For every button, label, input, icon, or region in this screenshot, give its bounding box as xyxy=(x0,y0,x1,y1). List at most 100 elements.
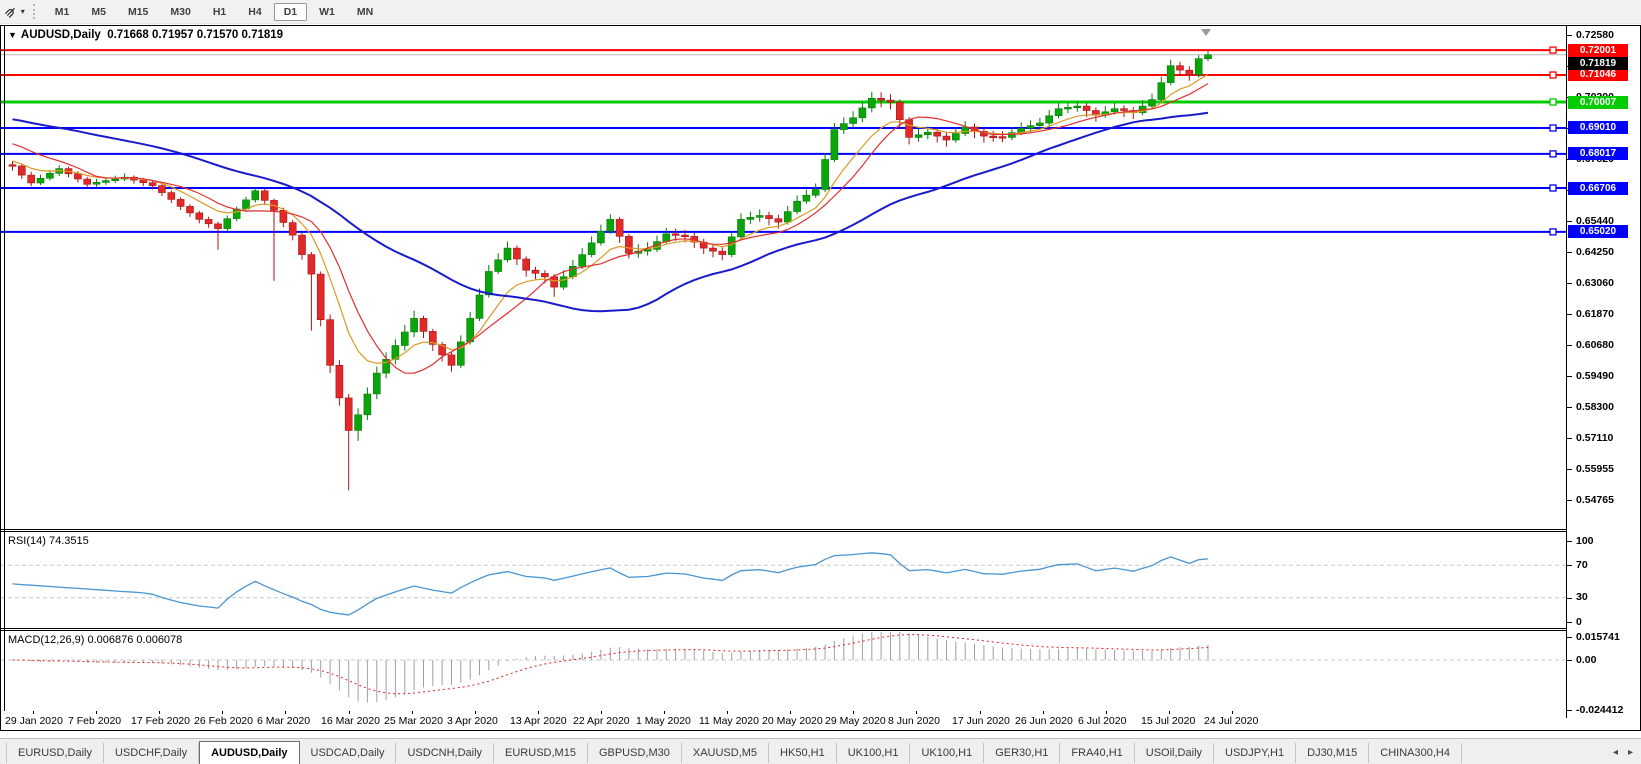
level-price-label: 0.66706 xyxy=(1568,182,1628,195)
date-label: 16 Mar 2020 xyxy=(321,715,380,727)
axis-tick xyxy=(1567,438,1572,439)
axis-tick xyxy=(1567,710,1572,711)
dropdown-caret-icon[interactable]: ▾ xyxy=(21,7,25,16)
axis-tick xyxy=(1567,500,1572,501)
chart-tab-china300-h4[interactable]: CHINA300,H4 xyxy=(1369,743,1462,763)
chart-tab-audusd-daily[interactable]: AUDUSD,Daily xyxy=(199,741,299,764)
chart-tab-usoil-daily[interactable]: USOil,Daily xyxy=(1135,743,1214,763)
axis-tick xyxy=(1567,565,1572,566)
axis-tick xyxy=(1567,252,1572,253)
chart-tab-uk100-h1[interactable]: UK100,H1 xyxy=(837,743,911,763)
axis-tick xyxy=(1567,637,1572,638)
macd-pane[interactable]: MACD(12,26,9) 0.006876 0.006078 xyxy=(1,631,1566,711)
time-axis-tick xyxy=(980,711,981,714)
time-axis-tick xyxy=(33,711,34,714)
chart-tab-xauusd-m5[interactable]: XAUUSD,M5 xyxy=(682,743,769,763)
timeframe-button-h1[interactable]: H1 xyxy=(203,3,236,21)
timeframe-button-m1[interactable]: M1 xyxy=(45,3,80,21)
rsi-tick-label: 0 xyxy=(1576,616,1582,629)
price-tick-label: 0.64250 xyxy=(1576,246,1614,259)
time-axis-tick xyxy=(159,711,160,714)
timeframe-toolbar: ⋔ ▾ M1M5M15M30H1H4D1W1MN xyxy=(0,0,1641,24)
tab-scroll-buttons: ◂ ▸ xyxy=(1613,747,1633,758)
chart-tab-usdcnh-daily[interactable]: USDCNH,Daily xyxy=(396,743,494,763)
macd-chart[interactable] xyxy=(1,631,1566,711)
timeframe-button-w1[interactable]: W1 xyxy=(309,3,345,21)
chart-tab-ger30-h1[interactable]: GER30,H1 xyxy=(984,743,1060,763)
date-label: 25 Mar 2020 xyxy=(384,715,443,727)
level-price-label: 0.69010 xyxy=(1568,121,1628,134)
chart-tab-hk50-h1[interactable]: HK50,H1 xyxy=(769,743,837,763)
chart-tab-eurusd-daily[interactable]: EURUSD,Daily xyxy=(6,743,104,763)
time-axis-tick xyxy=(916,711,917,714)
date-label: 7 Feb 2020 xyxy=(68,715,121,727)
window-inner-border xyxy=(4,26,5,711)
chart-tabs: EURUSD,DailyUSDCHF,DailyAUDUSD,DailyUSDC… xyxy=(6,741,1462,764)
timeframe-button-d1[interactable]: D1 xyxy=(274,3,307,21)
timeframe-button-m5[interactable]: M5 xyxy=(81,3,116,21)
price-tick-label: 0.61870 xyxy=(1576,308,1614,321)
chart-tab-gbpusd-m30[interactable]: GBPUSD,M30 xyxy=(588,743,682,763)
axis-tick xyxy=(1567,541,1572,542)
rsi-tick-label: 70 xyxy=(1576,559,1588,572)
macd-tick-label: -0.024412 xyxy=(1576,704,1623,717)
date-label: 22 Apr 2020 xyxy=(573,715,630,727)
chart-tab-uk100-h1[interactable]: UK100,H1 xyxy=(910,743,984,763)
time-axis-tick xyxy=(1169,711,1170,714)
date-label: 29 May 2020 xyxy=(825,715,886,727)
tab-scroll-right-icon[interactable]: ▸ xyxy=(1628,747,1633,758)
date-label: 15 Jul 2020 xyxy=(1141,715,1195,727)
axis-tick xyxy=(1567,598,1572,599)
chart-tab-eurusd-m15[interactable]: EURUSD,M15 xyxy=(494,743,588,763)
rsi-chart[interactable] xyxy=(1,532,1566,628)
axis-tick xyxy=(1567,283,1572,284)
price-tick-label: 0.54765 xyxy=(1576,494,1614,507)
date-label: 1 May 2020 xyxy=(636,715,691,727)
axis-tick xyxy=(1567,345,1572,346)
chart-tab-fra40-h1[interactable]: FRA40,H1 xyxy=(1060,743,1134,763)
chart-tabs-bar: EURUSD,DailyUSDCHF,DailyAUDUSD,DailyUSDC… xyxy=(0,738,1641,764)
symbol-marker-icon: ▼ xyxy=(8,30,17,40)
level-price-label: 0.70007 xyxy=(1568,96,1628,109)
price-chart-pane[interactable]: ▼AUDUSD,Daily 0.71668 0.71957 0.71570 0.… xyxy=(1,26,1566,529)
date-label: 26 Feb 2020 xyxy=(194,715,253,727)
price-tick-label: 0.57110 xyxy=(1576,432,1613,445)
toolbar-grip[interactable] xyxy=(33,4,37,19)
chart-tab-usdcad-daily[interactable]: USDCAD,Daily xyxy=(300,743,397,763)
tab-scroll-left-icon[interactable]: ◂ xyxy=(1613,747,1618,758)
time-axis-tick xyxy=(222,711,223,714)
time-axis-tick xyxy=(1043,711,1044,714)
drawing-tool-group[interactable]: ⋔ ▾ xyxy=(0,0,30,23)
chart-tab-usdchf-daily[interactable]: USDCHF,Daily xyxy=(104,743,199,763)
time-axis-tick xyxy=(412,711,413,714)
chart-tab-usdjpy-h1[interactable]: USDJPY,H1 xyxy=(1214,743,1296,763)
axis-tick xyxy=(1567,407,1572,408)
timeframe-button-m30[interactable]: M30 xyxy=(160,3,200,21)
pitchfork-tool-icon[interactable]: ⋔ xyxy=(2,2,20,20)
chart-title: ▼AUDUSD,Daily 0.71668 0.71957 0.71570 0.… xyxy=(8,29,283,41)
time-axis-tick xyxy=(727,711,728,714)
timeframe-button-mn[interactable]: MN xyxy=(347,3,383,21)
price-tick-label: 0.60680 xyxy=(1576,339,1614,352)
date-label: 3 Apr 2020 xyxy=(447,715,498,727)
axis-tick xyxy=(1567,314,1572,315)
timeframe-button-h4[interactable]: H4 xyxy=(238,3,271,21)
date-label: 6 Jul 2020 xyxy=(1078,715,1126,727)
date-label: 13 Apr 2020 xyxy=(510,715,567,727)
time-axis-tick xyxy=(1106,711,1107,714)
axis-tick xyxy=(1567,469,1572,470)
chart-tab-dj30-m15[interactable]: DJ30,M15 xyxy=(1296,743,1369,763)
price-axis[interactable]: 0.725800.713900.702000.690100.678200.666… xyxy=(1566,26,1640,718)
axis-tick xyxy=(1567,376,1572,377)
timeframe-button-m15[interactable]: M15 xyxy=(118,3,158,21)
rsi-tick-label: 30 xyxy=(1576,591,1588,604)
level-price-label: 0.72001 xyxy=(1568,44,1628,57)
axis-tick xyxy=(1567,622,1572,623)
date-label: 24 Jul 2020 xyxy=(1204,715,1258,727)
price-tick-label: 0.59490 xyxy=(1576,370,1614,383)
time-axis-tick xyxy=(601,711,602,714)
rsi-label: RSI(14) 74.3515 xyxy=(8,535,89,547)
candlestick-chart[interactable] xyxy=(1,26,1566,529)
rsi-pane[interactable]: RSI(14) 74.3515 xyxy=(1,532,1566,628)
time-axis[interactable]: 29 Jan 20207 Feb 202017 Feb 202026 Feb 2… xyxy=(1,711,1640,730)
